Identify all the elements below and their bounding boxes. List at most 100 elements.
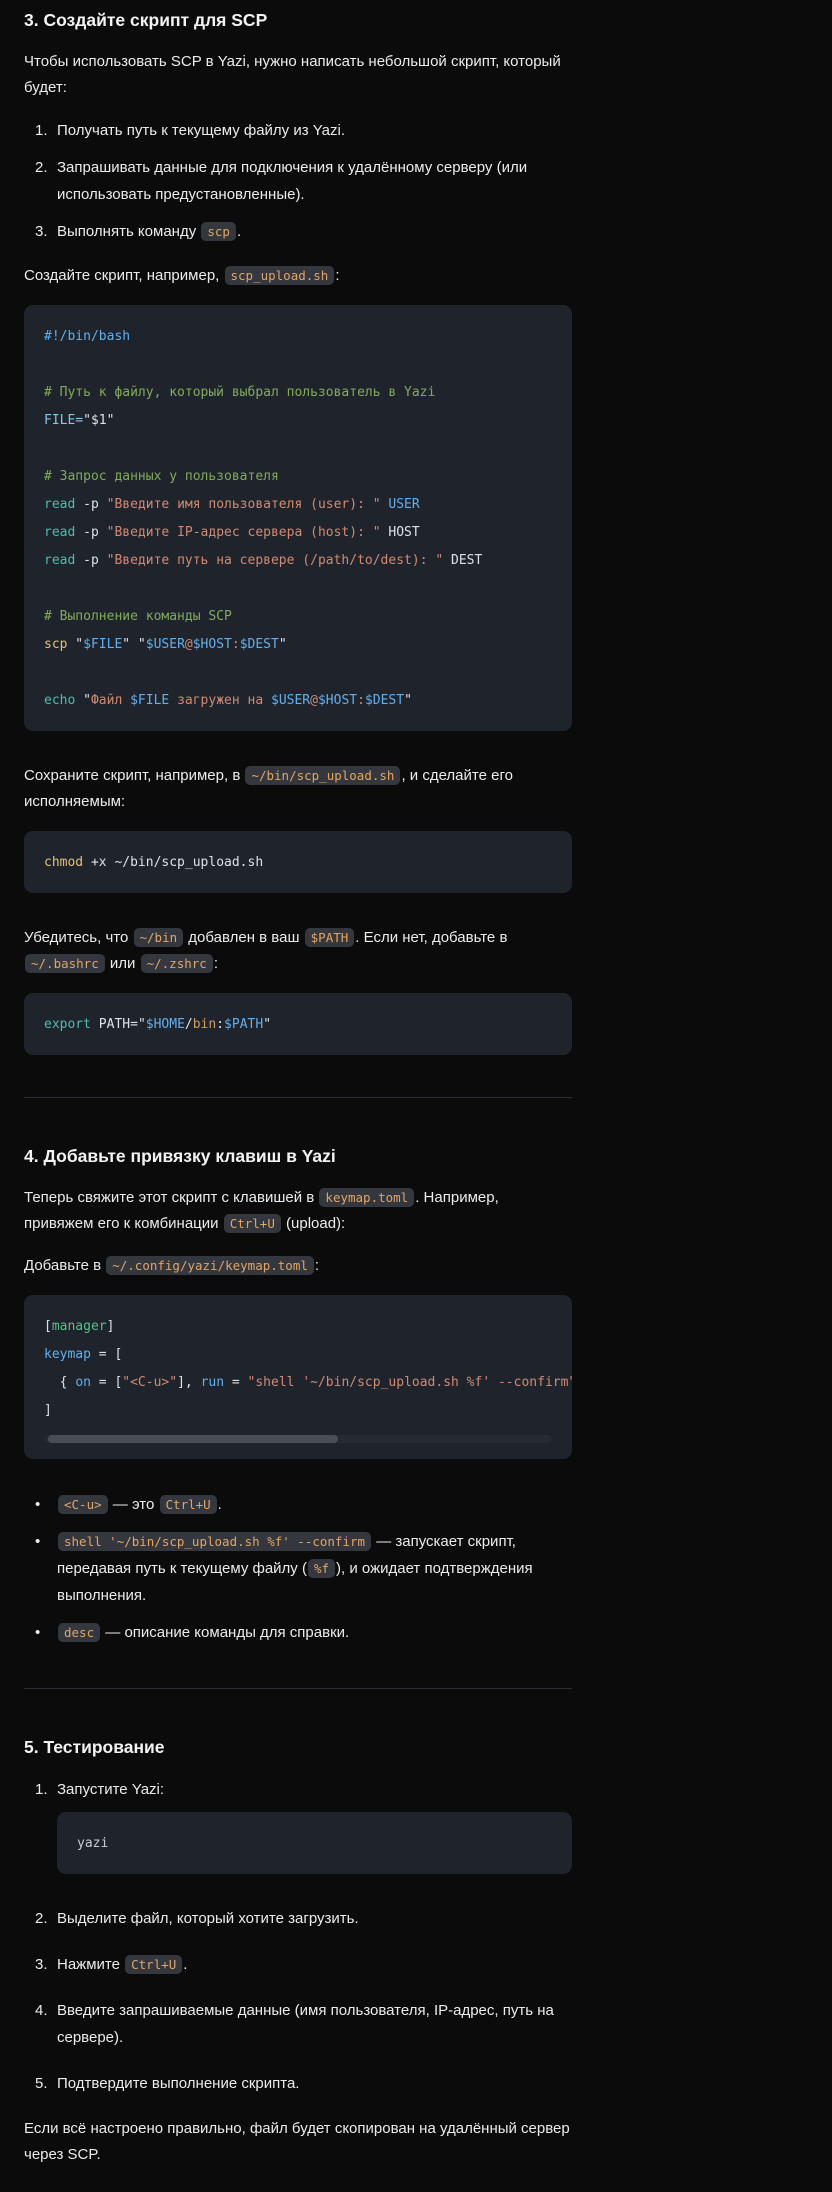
list-marker: 3.: [35, 218, 57, 245]
code-token: on: [75, 1375, 91, 1390]
list-item: •desc — описание команды для справки.: [24, 1619, 572, 1646]
code-token: run: [201, 1375, 224, 1390]
list-marker: •: [35, 1619, 57, 1646]
text-run: .: [218, 1496, 222, 1513]
paragraph: Теперь свяжите этот скрипт с клавишей в …: [24, 1185, 572, 1237]
text-run: Выполнять команду: [57, 223, 200, 240]
code-content: chmod +x ~/bin/scp_upload.sh: [24, 831, 572, 893]
code-token: ],: [177, 1375, 200, 1390]
code-line: scp "$FILE" "$USER@$HOST:$DEST": [44, 631, 552, 659]
list-item-content: Подтвердите выполнение скрипта.: [57, 2070, 572, 2097]
inline-code: ~/.config/yazi/keymap.toml: [106, 1256, 314, 1275]
list-item: 2.Запрашивать данные для подключения к у…: [24, 154, 572, 208]
text-run: — описание команды для справки.: [101, 1624, 349, 1641]
code-token: загружен на: [169, 693, 271, 708]
section-heading: 3. Создайте скрипт для SCP: [24, 10, 572, 31]
message-content: 3. Создайте скрипт для SCP Чтобы использо…: [0, 0, 572, 2168]
code-token: ": [138, 1017, 146, 1032]
text-run: :: [335, 267, 339, 284]
paragraph: Сохраните скрипт, например, в ~/bin/scp_…: [24, 763, 572, 815]
inline-code: <C-u>: [58, 1495, 108, 1514]
code-token: HOST: [381, 525, 420, 540]
code-line: yazi: [77, 1830, 552, 1858]
code-line: # Путь к файлу, который выбрал пользоват…: [44, 379, 552, 407]
code-line: echo "Файл $FILE загружен на $USER@$HOST…: [44, 687, 552, 715]
list-item-content: Введите запрашиваемые данные (имя пользо…: [57, 1997, 572, 2051]
code-token: -p: [75, 525, 106, 540]
code-token: $FILE: [130, 693, 169, 708]
text-run: .: [183, 1956, 187, 1973]
list-item-content: Нажмите Ctrl+U.: [57, 1951, 572, 1978]
code-token: export: [44, 1017, 91, 1032]
text-run: Получать путь к текущему файлу из Yazi.: [57, 122, 345, 139]
list-marker: •: [35, 1528, 57, 1609]
horizontal-scrollbar[interactable]: [44, 1435, 552, 1443]
code-token: {: [44, 1375, 75, 1390]
list-item-content: desc — описание команды для справки.: [57, 1619, 572, 1646]
code-token: echo: [44, 693, 75, 708]
code-token: $PATH: [224, 1017, 263, 1032]
code-line: [manager]: [44, 1313, 552, 1341]
list-item: 5.Подтвердите выполнение скрипта.: [24, 2070, 572, 2097]
inline-code: shell '~/bin/scp_upload.sh %f' --confirm: [58, 1532, 371, 1551]
code-line: [44, 659, 552, 687]
inline-code: Ctrl+U: [160, 1495, 217, 1514]
code-token: ]: [107, 1319, 115, 1334]
code-line: { on = ["<C-u>"], run = "shell '~/bin/sc…: [44, 1369, 552, 1397]
code-token: keymap: [44, 1347, 91, 1362]
list-item: 1.Получать путь к текущему файлу из Yazi…: [24, 117, 572, 144]
text-run: Теперь свяжите этот скрипт с клавишей в: [24, 1189, 318, 1206]
code-token: =: [224, 1375, 247, 1390]
code-token: :: [232, 637, 240, 652]
text-run: Чтобы использовать SCP в Yazi, нужно нап…: [24, 53, 561, 96]
text-run: Запустите Yazi:: [57, 1781, 164, 1798]
list-marker: 5.: [35, 2070, 57, 2097]
code-token: # Путь к файлу, который выбрал пользоват…: [44, 385, 435, 400]
text-run: Введите запрашиваемые данные (имя пользо…: [57, 2002, 554, 2046]
inline-code: Ctrl+U: [125, 1955, 182, 1974]
code-block: yazi: [57, 1812, 572, 1874]
code-token: read: [44, 553, 75, 568]
code-token: $HOST: [318, 693, 357, 708]
code-line: # Запрос данных у пользователя: [44, 463, 552, 491]
code-line: [44, 351, 552, 379]
code-token: FILE=: [44, 413, 83, 428]
list-item-content: Выполнять команду scp.: [57, 218, 572, 245]
code-content: yazi: [57, 1812, 572, 1874]
list-item: 3.Выполнять команду scp.: [24, 218, 572, 245]
code-token: "Введите имя пользователя (user): ": [107, 497, 381, 512]
text-run: Подтвердите выполнение скрипта.: [57, 2075, 299, 2092]
code-block: export PATH="$HOME/bin:$PATH": [24, 993, 572, 1055]
text-run: (upload):: [282, 1215, 345, 1232]
code-token: #!/bin/bash: [44, 329, 130, 344]
code-token: ": [404, 693, 412, 708]
text-run: Добавьте в: [24, 1257, 105, 1274]
text-run: Выделите файл, который хотите загрузить.: [57, 1910, 359, 1927]
code-line: FILE="$1": [44, 407, 552, 435]
code-token: "<C-u>": [122, 1375, 177, 1390]
inline-code: keymap.toml: [319, 1188, 414, 1207]
code-token: read: [44, 525, 75, 540]
paragraph: Создайте скрипт, например, scp_upload.sh…: [24, 263, 572, 289]
list-marker: 1.: [35, 117, 57, 144]
text-run: — это: [109, 1496, 159, 1513]
list-item-content: Выделите файл, который хотите загрузить.: [57, 1905, 572, 1932]
code-content: #!/bin/bash # Путь к файлу, который выбр…: [24, 305, 572, 731]
paragraph: Чтобы использовать SCP в Yazi, нужно нап…: [24, 49, 572, 101]
ordered-list: 1.Запустите Yazi: yazi 2.Выделите файл, ко…: [24, 1776, 572, 2097]
code-token: ": [75, 693, 91, 708]
list-marker: 1.: [35, 1776, 57, 1886]
text-run: Запрашивать данные для подключения к уда…: [57, 159, 527, 203]
code-token: @: [185, 637, 193, 652]
code-content: export PATH="$HOME/bin:$PATH": [24, 993, 572, 1055]
code-token: scp: [44, 637, 67, 652]
code-token: "Введите IP-адрес сервера (host): ": [107, 525, 381, 540]
code-token: [: [44, 1319, 52, 1334]
list-item: 2.Выделите файл, который хотите загрузит…: [24, 1905, 572, 1932]
scrollbar-thumb[interactable]: [48, 1435, 338, 1443]
text-run: Если всё настроено правильно, файл будет…: [24, 2120, 570, 2163]
code-token: = [: [91, 1375, 122, 1390]
text-run: . Если нет, добавьте в: [355, 929, 507, 946]
code-token: ": [67, 637, 83, 652]
paragraph: Добавьте в ~/.config/yazi/keymap.toml:: [24, 1253, 572, 1279]
